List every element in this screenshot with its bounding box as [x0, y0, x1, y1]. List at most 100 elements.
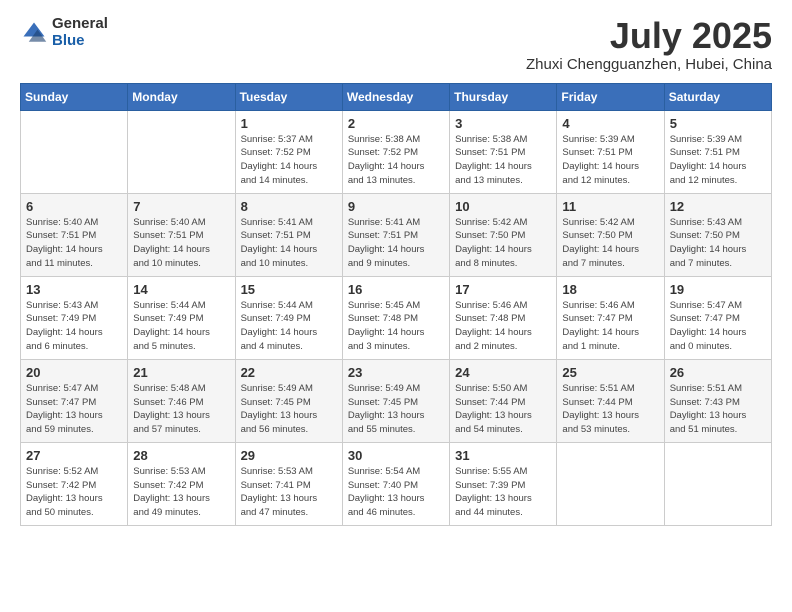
calendar-cell: 26 Sunrise: 5:51 AM Sunset: 7:43 PM Dayli…: [664, 359, 771, 442]
day-info: Sunrise: 5:39 AM Sunset: 7:51 PM Dayligh…: [562, 133, 658, 188]
day-number: 25: [562, 365, 658, 380]
day-number: 17: [455, 282, 551, 297]
calendar-cell: 12 Sunrise: 5:43 AM Sunset: 7:50 PM Dayli…: [664, 193, 771, 276]
day-number: 4: [562, 116, 658, 131]
calendar-cell: 25 Sunrise: 5:51 AM Sunset: 7:44 PM Dayli…: [557, 359, 664, 442]
day-info: Sunrise: 5:48 AM Sunset: 7:46 PM Dayligh…: [133, 382, 229, 437]
day-number: 13: [26, 282, 122, 297]
title-block: July 2025 Zhuxi Chengguanzhen, Hubei, Ch…: [526, 16, 772, 73]
day-number: 5: [670, 116, 766, 131]
day-info: Sunrise: 5:38 AM Sunset: 7:51 PM Dayligh…: [455, 133, 551, 188]
day-info: Sunrise: 5:53 AM Sunset: 7:42 PM Dayligh…: [133, 465, 229, 520]
day-number: 12: [670, 199, 766, 214]
day-info: Sunrise: 5:47 AM Sunset: 7:47 PM Dayligh…: [26, 382, 122, 437]
day-info: Sunrise: 5:46 AM Sunset: 7:47 PM Dayligh…: [562, 299, 658, 354]
day-info: Sunrise: 5:45 AM Sunset: 7:48 PM Dayligh…: [348, 299, 444, 354]
calendar-cell: 5 Sunrise: 5:39 AM Sunset: 7:51 PM Daylig…: [664, 110, 771, 193]
day-info: Sunrise: 5:51 AM Sunset: 7:43 PM Dayligh…: [670, 382, 766, 437]
day-number: 8: [241, 199, 337, 214]
day-number: 3: [455, 116, 551, 131]
calendar-cell: 4 Sunrise: 5:39 AM Sunset: 7:51 PM Daylig…: [557, 110, 664, 193]
calendar-cell: [128, 110, 235, 193]
day-info: Sunrise: 5:55 AM Sunset: 7:39 PM Dayligh…: [455, 465, 551, 520]
calendar-cell: 8Sunrise: 5:41 AM Sunset: 7:51 PM Daylig…: [235, 193, 342, 276]
day-number: 14: [133, 282, 229, 297]
day-number: 19: [670, 282, 766, 297]
calendar-week-row: 6 Sunrise: 5:40 AM Sunset: 7:51 PM Daylig…: [21, 193, 772, 276]
day-info: Sunrise: 5:39 AM Sunset: 7:51 PM Dayligh…: [670, 133, 766, 188]
weekday-header-tuesday: Tuesday: [235, 83, 342, 110]
calendar-cell: 1 Sunrise: 5:37 AM Sunset: 7:52 PM Daylig…: [235, 110, 342, 193]
logo-blue-text: Blue: [52, 33, 108, 50]
day-number: 2: [348, 116, 444, 131]
calendar-cell: [21, 110, 128, 193]
weekday-header-thursday: Thursday: [450, 83, 557, 110]
day-info: Sunrise: 5:40 AM Sunset: 7:51 PM Dayligh…: [26, 216, 122, 271]
day-info: Sunrise: 5:49 AM Sunset: 7:45 PM Dayligh…: [241, 382, 337, 437]
day-info: Sunrise: 5:49 AM Sunset: 7:45 PM Dayligh…: [348, 382, 444, 437]
calendar-cell: 3 Sunrise: 5:38 AM Sunset: 7:51 PM Daylig…: [450, 110, 557, 193]
day-number: 15: [241, 282, 337, 297]
day-number: 16: [348, 282, 444, 297]
day-number: 11: [562, 199, 658, 214]
calendar-cell: 9Sunrise: 5:41 AM Sunset: 7:51 PM Daylig…: [342, 193, 449, 276]
day-number: 20: [26, 365, 122, 380]
calendar-cell: 22 Sunrise: 5:49 AM Sunset: 7:45 PM Dayli…: [235, 359, 342, 442]
calendar-cell: 30Sunrise: 5:54 AM Sunset: 7:40 PM Dayli…: [342, 442, 449, 525]
day-info: Sunrise: 5:54 AM Sunset: 7:40 PM Dayligh…: [348, 465, 444, 520]
weekday-header-wednesday: Wednesday: [342, 83, 449, 110]
day-info: Sunrise: 5:44 AM Sunset: 7:49 PM Dayligh…: [241, 299, 337, 354]
calendar-cell: 23Sunrise: 5:49 AM Sunset: 7:45 PM Dayli…: [342, 359, 449, 442]
calendar-cell: 24Sunrise: 5:50 AM Sunset: 7:44 PM Dayli…: [450, 359, 557, 442]
calendar-week-row: 27Sunrise: 5:52 AM Sunset: 7:42 PM Dayli…: [21, 442, 772, 525]
weekday-header-monday: Monday: [128, 83, 235, 110]
calendar-cell: 11 Sunrise: 5:42 AM Sunset: 7:50 PM Dayli…: [557, 193, 664, 276]
day-number: 6: [26, 199, 122, 214]
calendar-week-row: 1 Sunrise: 5:37 AM Sunset: 7:52 PM Daylig…: [21, 110, 772, 193]
day-info: Sunrise: 5:37 AM Sunset: 7:52 PM Dayligh…: [241, 133, 337, 188]
day-info: Sunrise: 5:53 AM Sunset: 7:41 PM Dayligh…: [241, 465, 337, 520]
calendar-cell: 28 Sunrise: 5:53 AM Sunset: 7:42 PM Dayli…: [128, 442, 235, 525]
day-number: 21: [133, 365, 229, 380]
day-number: 7: [133, 199, 229, 214]
calendar-table: SundayMondayTuesdayWednesdayThursdayFrid…: [20, 83, 772, 526]
weekday-header-sunday: Sunday: [21, 83, 128, 110]
day-info: Sunrise: 5:47 AM Sunset: 7:47 PM Dayligh…: [670, 299, 766, 354]
day-info: Sunrise: 5:44 AM Sunset: 7:49 PM Dayligh…: [133, 299, 229, 354]
calendar-cell: 31Sunrise: 5:55 AM Sunset: 7:39 PM Dayli…: [450, 442, 557, 525]
day-number: 28: [133, 448, 229, 463]
logo-general-text: General: [52, 16, 108, 33]
day-info: Sunrise: 5:51 AM Sunset: 7:44 PM Dayligh…: [562, 382, 658, 437]
location-title: Zhuxi Chengguanzhen, Hubei, China: [526, 56, 772, 73]
weekday-header-saturday: Saturday: [664, 83, 771, 110]
calendar-cell: 6 Sunrise: 5:40 AM Sunset: 7:51 PM Daylig…: [21, 193, 128, 276]
calendar-cell: 29 Sunrise: 5:53 AM Sunset: 7:41 PM Dayli…: [235, 442, 342, 525]
calendar-cell: 18Sunrise: 5:46 AM Sunset: 7:47 PM Dayli…: [557, 276, 664, 359]
weekday-header-friday: Friday: [557, 83, 664, 110]
day-info: Sunrise: 5:50 AM Sunset: 7:44 PM Dayligh…: [455, 382, 551, 437]
day-number: 22: [241, 365, 337, 380]
day-info: Sunrise: 5:43 AM Sunset: 7:50 PM Dayligh…: [670, 216, 766, 271]
calendar-cell: 17 Sunrise: 5:46 AM Sunset: 7:48 PM Dayli…: [450, 276, 557, 359]
day-info: Sunrise: 5:43 AM Sunset: 7:49 PM Dayligh…: [26, 299, 122, 354]
calendar-week-row: 20 Sunrise: 5:47 AM Sunset: 7:47 PM Dayli…: [21, 359, 772, 442]
calendar-cell: 19 Sunrise: 5:47 AM Sunset: 7:47 PM Dayli…: [664, 276, 771, 359]
calendar-cell: 2Sunrise: 5:38 AM Sunset: 7:52 PM Daylig…: [342, 110, 449, 193]
calendar-cell: 15 Sunrise: 5:44 AM Sunset: 7:49 PM Dayli…: [235, 276, 342, 359]
calendar-cell: 10Sunrise: 5:42 AM Sunset: 7:50 PM Dayli…: [450, 193, 557, 276]
logo: General Blue: [20, 16, 108, 49]
day-number: 29: [241, 448, 337, 463]
day-info: Sunrise: 5:52 AM Sunset: 7:42 PM Dayligh…: [26, 465, 122, 520]
day-info: Sunrise: 5:42 AM Sunset: 7:50 PM Dayligh…: [562, 216, 658, 271]
calendar-cell: 27Sunrise: 5:52 AM Sunset: 7:42 PM Dayli…: [21, 442, 128, 525]
day-number: 26: [670, 365, 766, 380]
calendar-cell: 14 Sunrise: 5:44 AM Sunset: 7:49 PM Dayli…: [128, 276, 235, 359]
weekday-header-row: SundayMondayTuesdayWednesdayThursdayFrid…: [21, 83, 772, 110]
calendar-cell: 20 Sunrise: 5:47 AM Sunset: 7:47 PM Dayli…: [21, 359, 128, 442]
day-number: 1: [241, 116, 337, 131]
day-info: Sunrise: 5:46 AM Sunset: 7:48 PM Dayligh…: [455, 299, 551, 354]
calendar-cell: [557, 442, 664, 525]
page-header: General Blue July 2025 Zhuxi Chengguanzh…: [20, 16, 772, 73]
calendar-cell: 16 Sunrise: 5:45 AM Sunset: 7:48 PM Dayli…: [342, 276, 449, 359]
logo-icon: [20, 19, 48, 47]
